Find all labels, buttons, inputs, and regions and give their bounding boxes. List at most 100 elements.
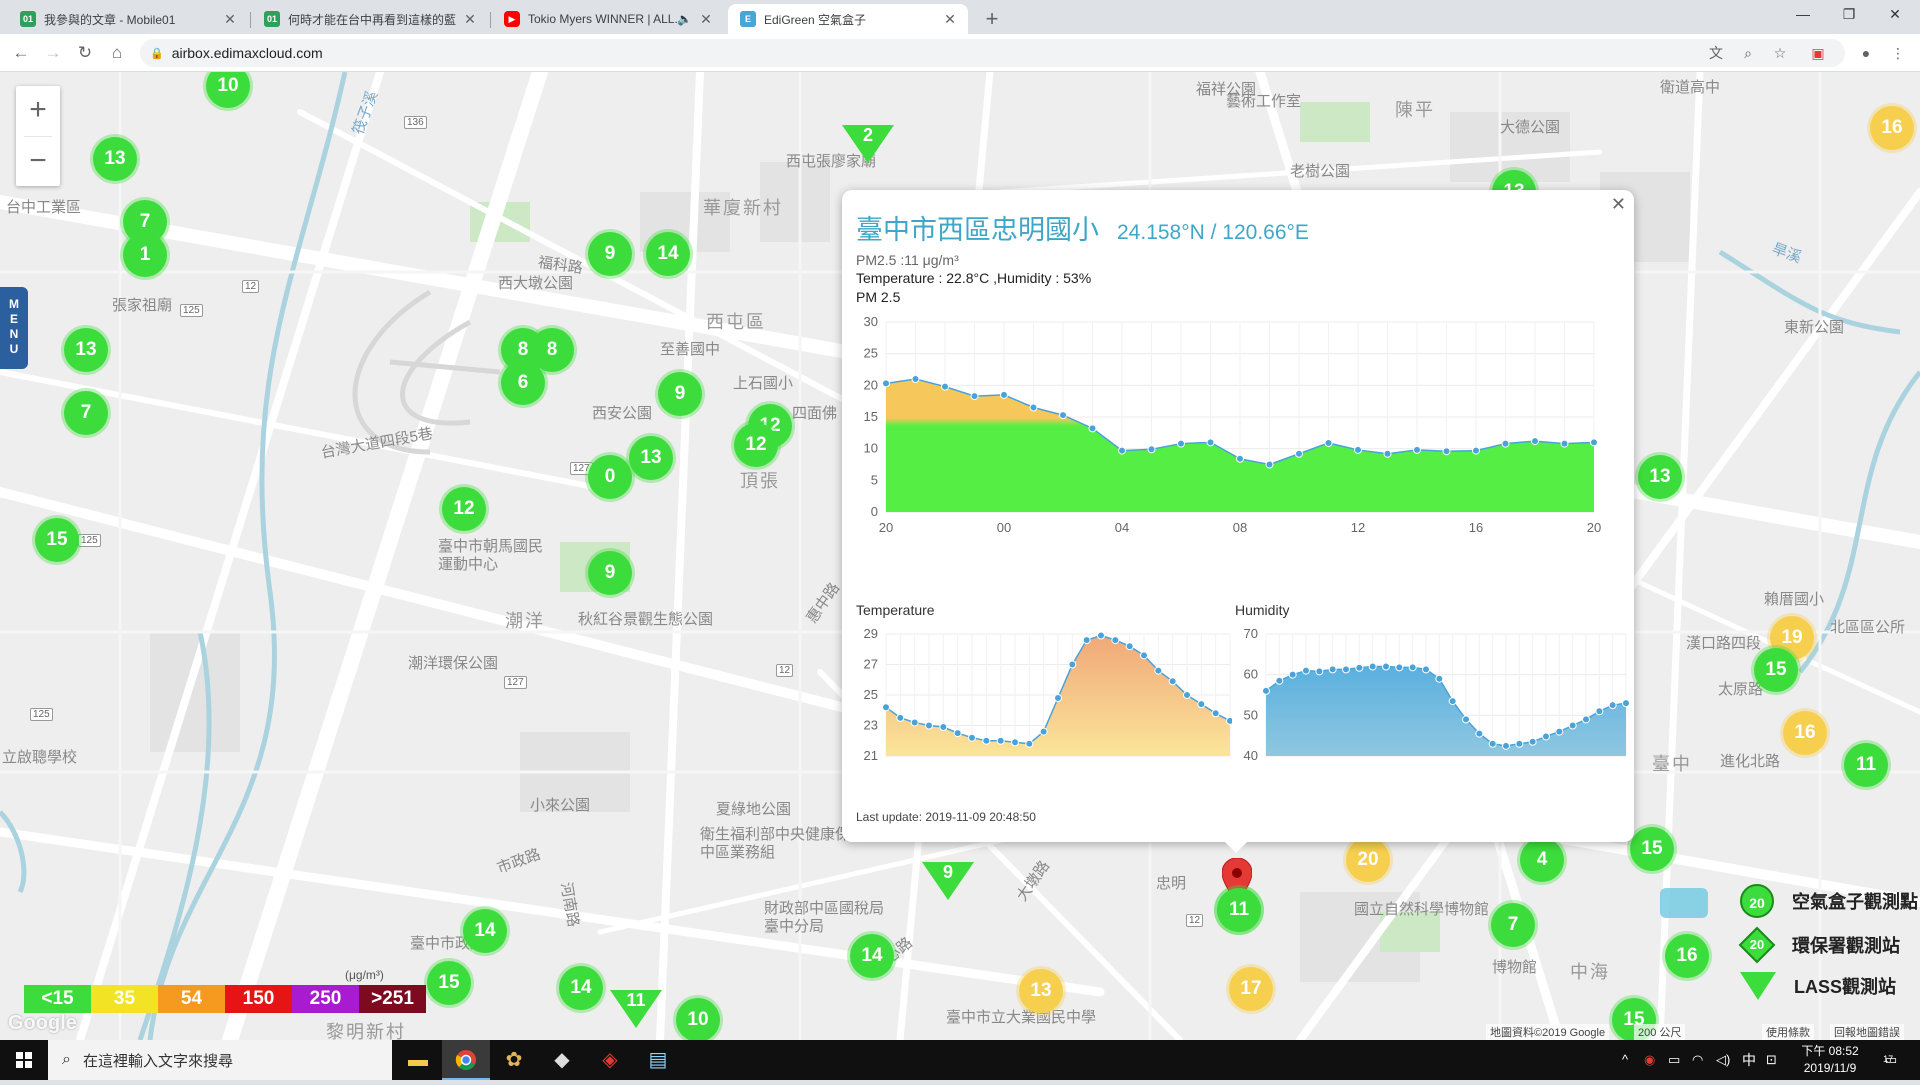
airbox-cluster[interactable]: 13 bbox=[93, 137, 137, 181]
airbox-cluster[interactable]: 13 bbox=[1019, 969, 1063, 1013]
airbox-cluster[interactable]: 13 bbox=[629, 436, 673, 480]
airbox-legend-icon: 20 bbox=[1740, 884, 1774, 918]
profile-icon[interactable]: ● bbox=[1856, 43, 1876, 63]
tray-volume-icon[interactable]: ◁) bbox=[1716, 1040, 1730, 1080]
reload-button[interactable]: ↻ bbox=[72, 40, 98, 66]
restore-button[interactable]: ❐ bbox=[1826, 0, 1872, 30]
airbox-cluster[interactable]: 15 bbox=[1754, 648, 1798, 692]
zoom-in-button[interactable]: + bbox=[16, 86, 60, 136]
extension-icon[interactable]: ▣ bbox=[1808, 43, 1828, 63]
new-tab-button[interactable]: + bbox=[978, 6, 1006, 34]
tray-battery-icon[interactable]: ▭ bbox=[1668, 1040, 1680, 1080]
file-explorer-icon[interactable]: ▬ bbox=[394, 1040, 442, 1080]
tray-ime-indicator[interactable]: 中 bbox=[1742, 1040, 1756, 1080]
airbox-cluster[interactable]: 11 bbox=[1844, 743, 1888, 787]
airbox-cluster[interactable]: 13 bbox=[64, 328, 108, 372]
app-cat-icon[interactable]: ✿ bbox=[490, 1040, 538, 1080]
weather-widget-icon[interactable] bbox=[1660, 888, 1708, 918]
airbox-cluster[interactable]: 4 bbox=[1520, 838, 1564, 882]
close-window-button[interactable]: ✕ bbox=[1872, 0, 1918, 30]
airbox-cluster[interactable]: 7 bbox=[1491, 903, 1535, 947]
terms-link[interactable]: 使用條款 bbox=[1762, 1024, 1814, 1040]
data-point bbox=[1515, 739, 1524, 748]
airbox-cluster[interactable]: 14 bbox=[463, 909, 507, 953]
airbox-cluster[interactable]: 1 bbox=[123, 233, 167, 277]
zoom-out-button[interactable]: − bbox=[16, 137, 60, 187]
airbox-cluster[interactable]: 13 bbox=[1638, 455, 1682, 499]
x-tick-label: 12 bbox=[1351, 520, 1365, 535]
airbox-cluster[interactable]: 17 bbox=[1229, 967, 1273, 1011]
tab-separator bbox=[490, 12, 491, 28]
close-icon[interactable]: ✕ bbox=[462, 11, 478, 28]
temp-humidity-reading: Temperature : 22.8°C ,Humidity : 53% bbox=[856, 270, 1092, 286]
place-label: 張家祖廟 bbox=[112, 297, 173, 314]
tray-wifi-icon[interactable]: ◠ bbox=[1692, 1040, 1703, 1080]
map-scale-bar[interactable]: 200 公尺 bbox=[1634, 1024, 1686, 1040]
airbox-cluster[interactable]: 15 bbox=[1630, 827, 1674, 871]
windows-start-icon[interactable] bbox=[0, 1040, 48, 1080]
airbox-cluster[interactable]: 7 bbox=[64, 391, 108, 435]
menu-dots-icon[interactable]: ⋮ bbox=[1888, 43, 1908, 63]
airbox-cluster[interactable]: 14 bbox=[850, 934, 894, 978]
airbox-cluster[interactable]: 16 bbox=[1665, 934, 1709, 978]
tray-shield-icon[interactable]: ◉ bbox=[1644, 1040, 1655, 1080]
tab-title: Tokio Myers WINNER | ALL... bbox=[528, 12, 678, 26]
back-button[interactable]: ← bbox=[8, 40, 34, 66]
road-shield: 127 bbox=[504, 676, 527, 689]
close-icon[interactable]: ✕ bbox=[942, 11, 958, 28]
lock-icon[interactable]: 🔒 bbox=[150, 47, 164, 60]
close-icon[interactable]: ✕ bbox=[222, 11, 238, 28]
airbox-cluster[interactable]: 15 bbox=[427, 961, 471, 1005]
airbox-cluster[interactable]: 9 bbox=[588, 232, 632, 276]
address-bar[interactable]: 🔒 airbox.edimaxcloud.com bbox=[140, 39, 1845, 67]
app-bird-icon[interactable]: ◆ bbox=[538, 1040, 586, 1080]
airbox-cluster[interactable]: 0 bbox=[588, 455, 632, 499]
taskbar-clock[interactable]: 下午 08:52 2019/11/9 bbox=[1790, 1043, 1870, 1077]
forward-button[interactable]: → bbox=[40, 40, 66, 66]
chrome-icon[interactable] bbox=[442, 1040, 490, 1080]
y-tick-label: 20 bbox=[864, 377, 878, 392]
speaker-icon[interactable]: 🔈 bbox=[677, 12, 692, 26]
bookmark-star-icon[interactable]: ☆ bbox=[1770, 43, 1790, 63]
airbox-cluster[interactable]: 12 bbox=[442, 487, 486, 531]
airbox-cluster[interactable]: 14 bbox=[559, 966, 603, 1010]
popup-close-button[interactable]: ✕ bbox=[1611, 194, 1626, 215]
airbox-cluster[interactable]: 14 bbox=[646, 232, 690, 276]
zoom-icon[interactable]: ⌕ bbox=[1738, 43, 1758, 63]
airbox-cluster[interactable]: 10 bbox=[676, 998, 720, 1040]
airbox-cluster[interactable]: 16 bbox=[1783, 711, 1827, 755]
taskbar-search-box[interactable]: ⌕ 在這裡輸入文字來搜尋 bbox=[48, 1040, 392, 1080]
app-red-icon[interactable]: ◈ bbox=[586, 1040, 634, 1080]
pm25-chart: 0 5 10 15 20 25 30 20 00 04 08 12 16 20 bbox=[864, 314, 1602, 535]
selected-station-value[interactable]: 11 bbox=[1217, 888, 1261, 932]
tray-chevron-icon[interactable]: ^ bbox=[1622, 1040, 1628, 1080]
close-icon[interactable]: ✕ bbox=[698, 11, 714, 28]
data-point bbox=[1355, 663, 1364, 672]
airbox-cluster[interactable]: 6 bbox=[501, 361, 545, 405]
epa-station-value: 9 bbox=[942, 862, 953, 882]
report-error-link[interactable]: 回報地圖錯誤 bbox=[1830, 1024, 1904, 1040]
tab-mobile01[interactable]: 01 我參與的文章 - Mobile01 ✕ bbox=[8, 4, 248, 34]
tab-mobile01-bluesky[interactable]: 01 何時才能在台中再看到這樣的藍天... ✕ bbox=[252, 4, 488, 34]
tab-youtube[interactable]: ▶ Tokio Myers WINNER | ALL... 🔈 ✕ bbox=[492, 4, 724, 34]
airbox-cluster[interactable]: 16 bbox=[1870, 106, 1914, 150]
y-tick-label: 15 bbox=[864, 409, 878, 424]
place-label: 夏綠地公園 bbox=[716, 801, 792, 818]
tray-keyboard-icon[interactable]: ⊡ bbox=[1766, 1040, 1777, 1080]
tab-edigreen[interactable]: E EdiGreen 空氣盒子 ✕ bbox=[728, 4, 968, 34]
notification-center-button[interactable]: ▭17 bbox=[1878, 1040, 1914, 1080]
menu-tab-button[interactable]: MENU bbox=[0, 287, 28, 369]
minimize-button[interactable]: — bbox=[1780, 0, 1826, 30]
airbox-cluster[interactable]: 15 bbox=[35, 518, 79, 562]
airbox-cluster[interactable]: 12 bbox=[734, 423, 778, 467]
place-label: 財政部中區國稅局臺中分局 bbox=[764, 900, 885, 935]
airbox-cluster[interactable]: 9 bbox=[588, 551, 632, 595]
translate-icon[interactable]: 文 bbox=[1706, 43, 1726, 63]
data-point bbox=[1413, 445, 1421, 454]
home-button[interactable]: ⌂ bbox=[104, 40, 130, 66]
x-tick-label: 04 bbox=[1115, 520, 1129, 535]
airbox-cluster[interactable]: 20 bbox=[1346, 838, 1390, 882]
airbox-cluster[interactable]: 9 bbox=[658, 372, 702, 416]
app-notes-icon[interactable]: ▤ bbox=[634, 1040, 682, 1080]
data-point bbox=[1088, 424, 1097, 433]
